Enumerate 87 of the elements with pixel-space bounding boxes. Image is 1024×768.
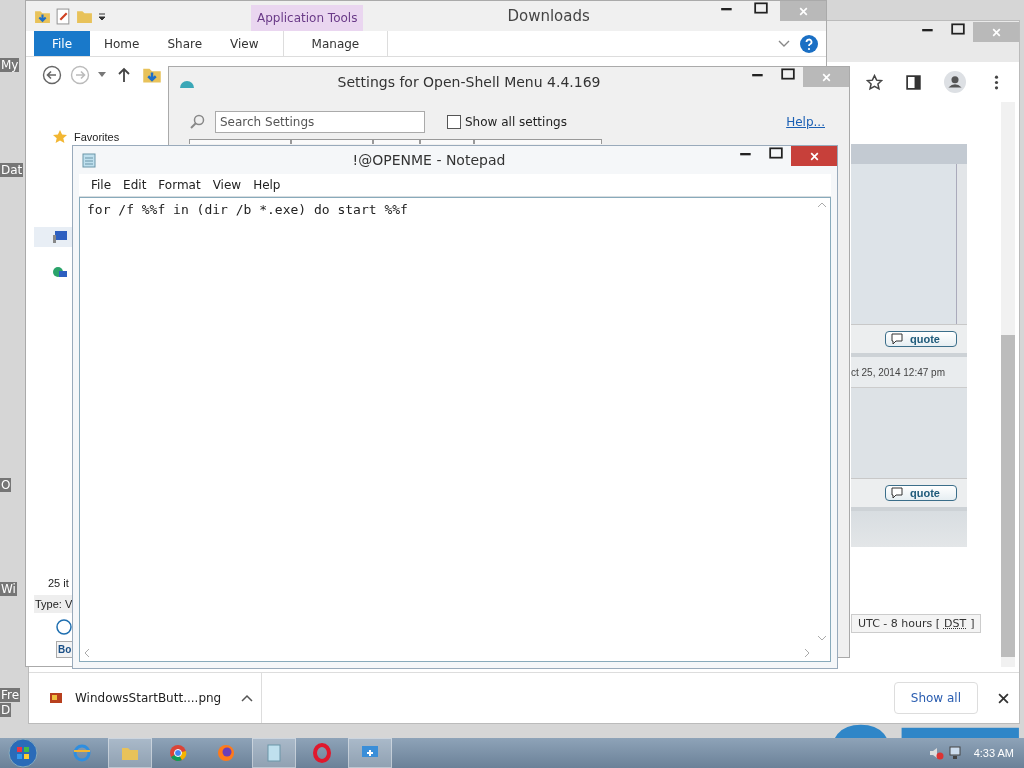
- checkbox[interactable]: [447, 115, 461, 129]
- profile-icon[interactable]: [944, 71, 966, 93]
- close-icon[interactable]: [998, 692, 1009, 704]
- menu-item[interactable]: Edit: [117, 178, 153, 192]
- speech-bubble-icon: [890, 487, 905, 499]
- scroll-left-icon[interactable]: [84, 648, 90, 658]
- notepad-icon: [81, 152, 97, 168]
- ring-icon: [72, 743, 92, 763]
- start-button[interactable]: [8, 738, 38, 768]
- desktop-icon-label: My: [0, 58, 20, 72]
- browser-icon: [168, 743, 188, 763]
- menu-item[interactable]: Help: [247, 178, 287, 192]
- download-item[interactable]: WindowsStartButt....png: [49, 673, 262, 723]
- download-filename: WindowsStartButt....png: [75, 691, 222, 705]
- tab[interactable]: [474, 139, 602, 144]
- post-date: ct 25, 2014 12:47 pm: [851, 366, 945, 378]
- ribbon-tab[interactable]: View: [216, 36, 273, 51]
- image-file-icon: [49, 691, 63, 705]
- file-tab[interactable]: File: [34, 31, 90, 56]
- menu-item[interactable]: View: [206, 178, 248, 192]
- ring-icon: [312, 743, 332, 763]
- scrollbar-thumb[interactable]: [1001, 335, 1015, 657]
- window-title: Settings for Open-Shell Menu 4.4.169: [336, 74, 602, 90]
- timezone-text: UTC - 8 hours [: [858, 617, 940, 630]
- caret-icon[interactable]: [241, 694, 254, 702]
- scroll-up-icon[interactable]: [817, 202, 827, 208]
- status-text: 25 it: [48, 577, 69, 589]
- notepad-icon: [264, 743, 284, 763]
- maximize-icon[interactable]: [781, 67, 795, 81]
- close-icon: [990, 26, 1002, 38]
- context-group-label: Application Tools: [257, 11, 358, 25]
- scroll-right-icon[interactable]: [804, 648, 810, 658]
- globe-icon: [216, 743, 236, 763]
- sidebar-item[interactable]: Favorites: [52, 129, 120, 145]
- clock-icon: [56, 619, 72, 635]
- timezone-abbr: DST: [944, 617, 967, 630]
- star-icon[interactable]: [866, 73, 883, 91]
- back-icon[interactable]: [42, 65, 62, 85]
- chevron-icon[interactable]: [778, 39, 790, 48]
- dropdown-icon[interactable]: [97, 11, 107, 21]
- desktop-icon-label: D: [0, 703, 12, 717]
- window-title: !@OPENME - Notepad: [351, 152, 507, 168]
- volume-muted-icon[interactable]: [927, 745, 944, 761]
- desktop-icon-label: Dat: [0, 163, 24, 177]
- ribbon-tab[interactable]: Home: [90, 36, 154, 51]
- desktop-icon-label: Fre: [0, 688, 21, 702]
- help-link[interactable]: Help...: [786, 115, 825, 129]
- close-button[interactable]: [791, 146, 837, 166]
- search-icon: [189, 114, 205, 130]
- close-icon: [820, 71, 832, 83]
- taskbar-button[interactable]: [252, 738, 296, 768]
- clock-text: 4:33 AM: [973, 747, 1014, 759]
- star-icon: [52, 129, 68, 145]
- tab[interactable]: [420, 139, 474, 144]
- computer-icon[interactable]: [52, 229, 68, 245]
- show-all-button[interactable]: Show all: [893, 682, 978, 714]
- maximize-icon[interactable]: [951, 22, 965, 36]
- help-icon[interactable]: [800, 34, 818, 53]
- network-icon[interactable]: [947, 745, 964, 761]
- menu-item[interactable]: File: [85, 178, 118, 192]
- taskbar-button[interactable]: [348, 738, 392, 768]
- maximize-icon[interactable]: [754, 1, 768, 15]
- quote-button[interactable]: quote: [885, 331, 957, 347]
- quote-button[interactable]: quote: [885, 485, 957, 501]
- tab[interactable]: [189, 139, 291, 144]
- menu-item[interactable]: Format: [152, 178, 207, 192]
- window-title: Downloads: [507, 7, 591, 25]
- type-label: Type: V: [34, 595, 74, 613]
- desktop-icon-label: O: [0, 478, 12, 492]
- sidebar-icon[interactable]: [905, 73, 922, 91]
- maximize-icon[interactable]: [769, 146, 783, 160]
- folder-icon[interactable]: [34, 8, 51, 25]
- search-field[interactable]: Search Settings: [215, 111, 425, 133]
- speech-bubble-icon: [890, 333, 905, 345]
- checkbox-label: Show all settings: [465, 115, 567, 129]
- close-icon: [797, 5, 809, 17]
- bracket-text: ]: [970, 617, 975, 630]
- tab[interactable]: [373, 139, 420, 144]
- tab[interactable]: [291, 139, 373, 144]
- properties-icon[interactable]: [55, 8, 72, 25]
- desktop-icon-label: Wi: [0, 582, 17, 596]
- ribbon-tab[interactable]: Share: [153, 36, 217, 51]
- forward-icon[interactable]: [70, 65, 90, 85]
- text-editor[interactable]: for /f %%f in (dir /b *.exe) do start %%f: [80, 198, 415, 221]
- sidebar-label: Favorites: [74, 131, 120, 143]
- scroll-down-icon[interactable]: [817, 635, 827, 641]
- close-icon: [808, 150, 820, 162]
